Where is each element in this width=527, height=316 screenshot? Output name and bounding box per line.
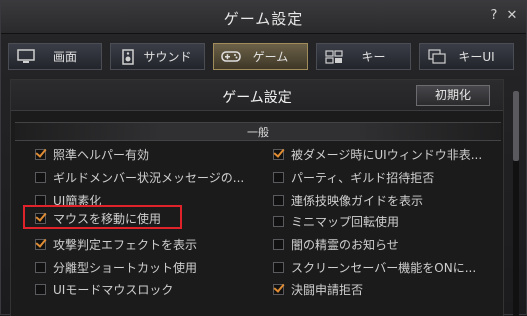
tab-label: 画面 (52, 50, 77, 64)
checkbox[interactable] (273, 194, 284, 206)
option-label: UIモードマウスロック (53, 282, 174, 297)
section-header-general: 一般 (15, 122, 501, 141)
checkbox[interactable] (35, 171, 46, 183)
option-refuse-invites[interactable]: パーティ、ギルド招待拒否 (273, 169, 434, 185)
gamepad-icon (220, 48, 242, 66)
checkbox[interactable] (35, 148, 46, 160)
option-refuse-duel[interactable]: 決闘申請拒否 (273, 281, 363, 297)
help-button[interactable]: ? (487, 8, 501, 24)
close-button[interactable]: ✕ (505, 8, 519, 24)
option-dark-spirit-notice[interactable]: 闇の精霊のお知らせ (273, 236, 399, 252)
tab-screen[interactable]: 画面 (8, 43, 102, 70)
checkbox[interactable] (35, 194, 46, 206)
reset-button[interactable]: 初期化 (416, 85, 490, 106)
tab-bar: 画面 サウンド ゲーム キー キーUI (8, 43, 514, 71)
option-attack-effect[interactable]: 攻撃判定エフェクトを表示 (35, 236, 197, 252)
checkbox[interactable] (35, 238, 46, 250)
option-label: 被ダメージ時にUIウィンドウ非表... (291, 147, 483, 162)
game-settings-window: ゲーム設定 ? ✕ 画面 サウンド ゲーム キー キーUI ゲーム設定 初期化 … (0, 0, 527, 316)
checkbox[interactable] (273, 148, 284, 160)
section-label: 一般 (247, 126, 269, 139)
option-label: 照準ヘルパー有効 (53, 147, 150, 162)
checkbox[interactable] (273, 261, 284, 273)
option-label: 分離型ショートカット使用 (53, 260, 198, 275)
panel-header: ゲーム設定 初期化 (11, 80, 503, 111)
checkbox[interactable] (273, 283, 284, 295)
checkbox[interactable] (273, 215, 284, 227)
checkbox[interactable] (273, 238, 284, 250)
option-label: ミニマップ回転使用 (291, 214, 400, 229)
windows-icon (426, 48, 448, 66)
option-minimap-rotate[interactable]: ミニマップ回転使用 (273, 213, 399, 229)
option-screensaver[interactable]: スクリーンセーバー機能をONに... (273, 259, 476, 275)
option-guild-member-status[interactable]: ギルドメンバー状況メッセージの... (35, 169, 244, 185)
tab-label: ゲーム (252, 50, 289, 64)
tab-label: キーUI (458, 50, 495, 64)
title-bar[interactable]: ゲーム設定 ? ✕ (1, 1, 526, 34)
tab-sound[interactable]: サウンド (110, 43, 205, 70)
tab-label: キー (361, 50, 386, 64)
tab-key-ui[interactable]: キーUI (419, 43, 514, 70)
option-combo-video-guide[interactable]: 連係技映像ガイドを表示 (273, 192, 423, 208)
checkbox[interactable] (35, 261, 46, 273)
option-hide-ui-on-damage[interactable]: 被ダメージ時にUIウィンドウ非表... (273, 146, 482, 162)
checkbox[interactable] (35, 283, 46, 295)
option-label: スクリーンセーバー機能をONに... (291, 260, 477, 275)
window-title: ゲーム設定 (223, 10, 304, 28)
speaker-icon (117, 48, 139, 66)
scrollbar-thumb[interactable] (513, 91, 519, 161)
tab-label: サウンド (143, 50, 192, 64)
option-aim-helper[interactable]: 照準ヘルパー有効 (35, 146, 149, 162)
option-label: 連係技映像ガイドを表示 (291, 193, 424, 208)
option-label: パーティ、ギルド招待拒否 (291, 170, 435, 185)
tab-key[interactable]: キー (316, 43, 411, 70)
keyboard-icon (323, 48, 345, 66)
monitor-icon (15, 48, 37, 66)
option-ui-mouse-lock[interactable]: UIモードマウスロック (35, 281, 173, 297)
option-label: 決闘申請拒否 (291, 282, 364, 297)
highlight-box (23, 205, 182, 229)
option-label: ギルドメンバー状況メッセージの... (53, 170, 245, 185)
tab-game[interactable]: ゲーム (213, 43, 308, 70)
option-label: 闇の精霊のお知らせ (291, 237, 399, 252)
checkbox[interactable] (273, 171, 284, 183)
option-label: 攻撃判定エフェクトを表示 (53, 237, 198, 252)
option-split-shortcut[interactable]: 分離型ショートカット使用 (35, 259, 197, 275)
